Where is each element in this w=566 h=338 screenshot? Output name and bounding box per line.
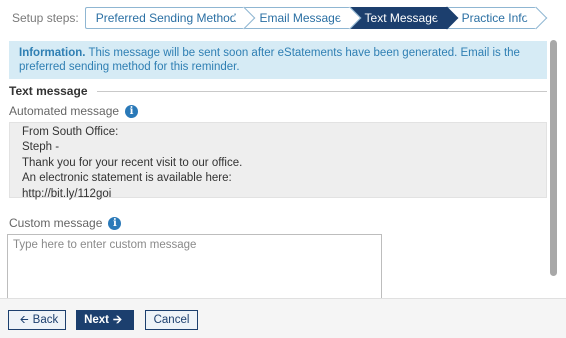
setup-steps-bar: Setup steps: Preferred Sending Method Em… <box>0 0 566 36</box>
next-button-label: Next <box>84 314 109 326</box>
vertical-scrollbar[interactable] <box>550 40 557 276</box>
cancel-button[interactable]: Cancel <box>145 310 198 330</box>
step-practice-info[interactable]: Practice Info <box>446 7 537 29</box>
setup-steps-label: Setup steps: <box>12 11 79 25</box>
section-title: Text message <box>9 84 88 98</box>
section-divider <box>97 91 547 92</box>
automated-message-line: Steph - <box>22 141 60 154</box>
automated-message-label-text: Automated message <box>9 104 120 118</box>
custom-message-input[interactable] <box>7 234 382 298</box>
automated-message-line: Thank you for your recent visit to our o… <box>22 156 243 169</box>
step-preferred-sending-method[interactable]: Preferred Sending Method <box>84 7 245 29</box>
arrow-right-icon: 🡪 <box>113 313 122 326</box>
information-title: Information. <box>19 47 86 59</box>
step-email-message[interactable]: Email Message <box>244 7 350 29</box>
automated-message-line: From South Office: <box>22 126 119 138</box>
info-icon[interactable]: i <box>108 216 122 230</box>
footer-bar: 🡨 Back Next 🡪 Cancel <box>0 298 566 338</box>
arrow-left-icon: 🡨 <box>19 313 29 326</box>
back-button[interactable]: 🡨 Back <box>8 310 66 330</box>
automated-message-box: From South Office: Steph - Thank you for… <box>9 122 547 200</box>
next-button[interactable]: Next 🡪 <box>76 310 134 330</box>
automated-message-line: An electronic statement is available her… <box>22 172 232 185</box>
custom-message-label-text: Custom message <box>9 216 103 230</box>
information-text: This message will be sent soon after eSt… <box>19 47 520 73</box>
main-content: Information. This message will be sent s… <box>0 36 566 298</box>
custom-message-label: Custom message i <box>9 216 122 230</box>
automated-message-line: http://bit.ly/112goi <box>22 187 112 200</box>
information-banner: Information. This message will be sent s… <box>9 41 547 79</box>
step-text-message[interactable]: Text Message <box>349 7 447 29</box>
info-icon[interactable]: i <box>125 104 139 118</box>
automated-message-label: Automated message i <box>9 104 139 118</box>
back-button-label: Back <box>32 314 59 326</box>
